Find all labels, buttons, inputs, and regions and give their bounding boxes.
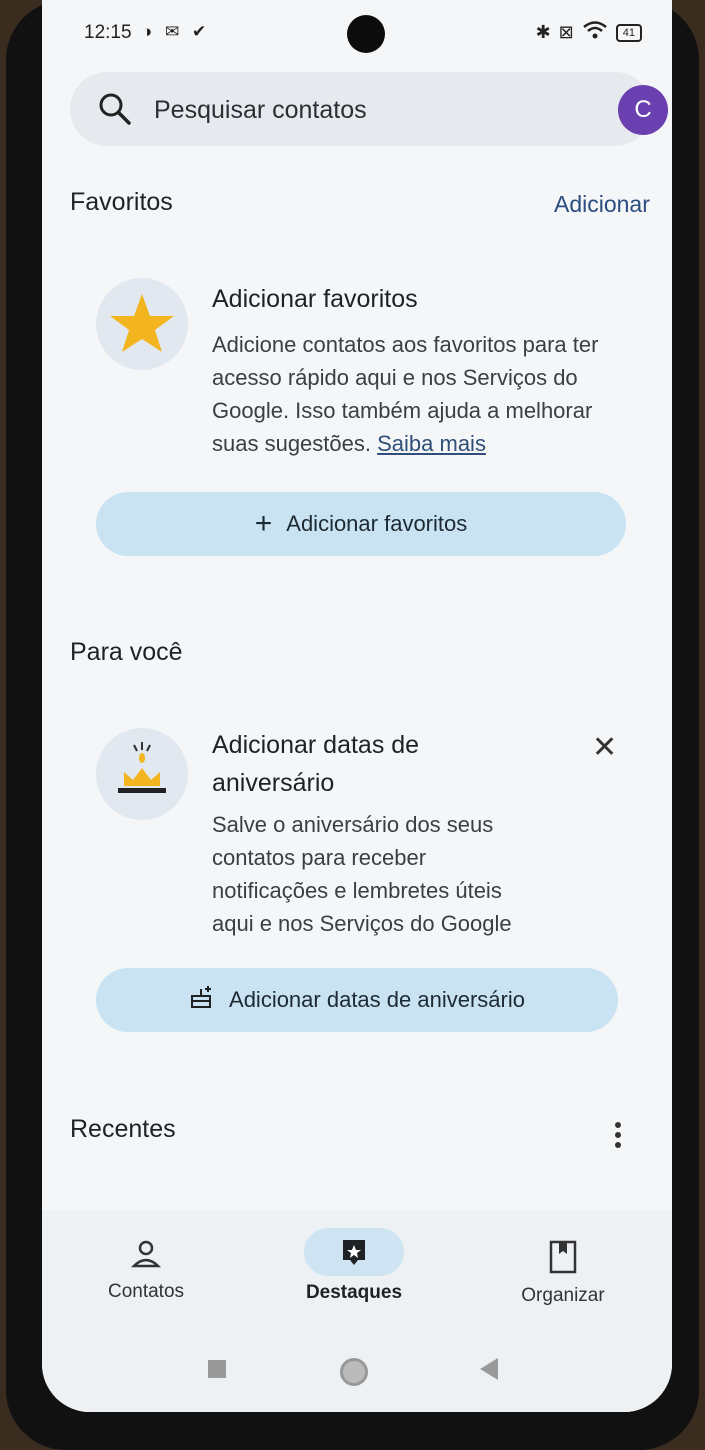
person-icon [96, 1238, 196, 1275]
status-bar: 12:15 ◑ ✉ ✔ ✱ ⊠ 41 [42, 0, 672, 68]
add-birthdays-button[interactable]: Adicionar datas de aniversário [96, 968, 618, 1032]
nav-highlights[interactable]: Destaques [294, 1228, 414, 1304]
phone-frame: 12:15 ◑ ✉ ✔ ✱ ⊠ 41 Pesquisar contatos C … [6, 0, 699, 1450]
birthday-card-body: Salve o aniversário dos seus contatos pa… [212, 812, 512, 936]
back-triangle-icon[interactable] [480, 1358, 498, 1380]
search-input[interactable]: Pesquisar contatos [154, 96, 367, 125]
bluetooth-icon: ✱ [535, 22, 551, 42]
account-avatar[interactable]: C [618, 85, 668, 135]
camera-cutout [347, 15, 385, 53]
add-favorite-link[interactable]: Adicionar [554, 191, 650, 218]
nav-highlights-label: Destaques [305, 1282, 403, 1303]
system-nav-bar [42, 1330, 672, 1412]
recents-square-icon[interactable] [208, 1360, 226, 1378]
birthday-card-title: Adicionar datas de aniversário [212, 731, 420, 797]
favorites-title: Favoritos [70, 188, 173, 216]
search-icon[interactable] [98, 92, 132, 131]
favorites-card-body: Adicione contatos aos favoritos para ter… [212, 328, 612, 460]
add-favorites-button[interactable]: + Adicionar favoritos [96, 492, 626, 556]
home-circle-icon[interactable] [340, 1358, 368, 1386]
birthday-cake-icon [96, 728, 188, 820]
learn-more-link[interactable]: Saiba mais [377, 431, 486, 456]
status-time: 12:15 [84, 22, 132, 43]
nav-contacts-label: Contatos [107, 1281, 185, 1302]
recents-title: Recentes [70, 1115, 176, 1143]
plus-icon: + [254, 507, 273, 540]
nav-organize-label: Organizar [521, 1285, 605, 1306]
add-birthday-icon [189, 984, 215, 1016]
star-icon [96, 278, 188, 370]
notification-icons: ◑ ✉ ✔ [142, 22, 211, 41]
screen: 12:15 ◑ ✉ ✔ ✱ ⊠ 41 Pesquisar contatos C … [42, 0, 672, 1412]
nav-organize[interactable]: Organizar [508, 1240, 618, 1307]
nav-contacts[interactable]: Contatos [96, 1238, 196, 1303]
more-options-icon[interactable] [615, 1118, 623, 1152]
add-birthdays-button-label: Adicionar datas de aniversário [229, 987, 525, 1012]
status-right-icons: ✱ ⊠ 41 [536, 20, 642, 45]
for-you-title: Para você [70, 638, 183, 666]
highlights-icon [304, 1228, 404, 1276]
sim-icon: ⊠ [558, 22, 574, 42]
favorites-card-title: Adicionar favoritos [212, 285, 418, 313]
search-bar[interactable]: Pesquisar contatos C [70, 72, 668, 146]
bottom-nav: Contatos Destaques Organizar [42, 1210, 672, 1330]
wifi-icon [582, 20, 608, 45]
close-icon[interactable]: ✕ [592, 730, 617, 765]
bookmark-icon [508, 1240, 618, 1279]
battery-indicator: 41 [615, 23, 642, 42]
add-favorites-button-label: Adicionar favoritos [286, 511, 468, 536]
